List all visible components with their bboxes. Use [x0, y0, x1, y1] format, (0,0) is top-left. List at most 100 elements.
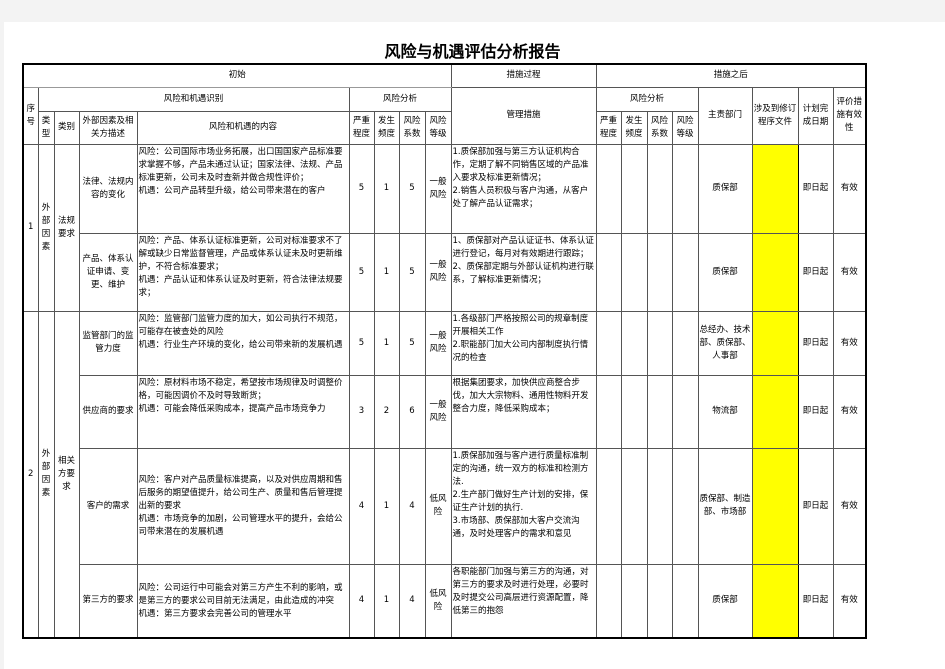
after-frequency-cell	[620, 232, 648, 312]
after-severity-cell	[595, 374, 622, 449]
header-severity: 严重程度	[348, 110, 375, 145]
after-coefficient-cell	[646, 143, 673, 234]
coefficient-cell: 4	[398, 447, 426, 565]
level-cell: 一般风险	[424, 310, 452, 376]
header-initial: 初始	[22, 63, 452, 88]
content-cell: 风险：原材料市场不稳定，希望按市场规律及时调整价格，可能因调价不及时导致断货； …	[136, 374, 350, 449]
docs-cell	[751, 447, 799, 565]
docs-cell	[751, 563, 799, 639]
report-title: 风险与机遇评估分析报告	[384, 42, 561, 61]
level-cell: 低风险	[424, 447, 452, 565]
header-level: 风险等级	[424, 110, 452, 145]
after-level-cell	[671, 310, 699, 376]
evaluation-cell: 有效	[832, 310, 867, 376]
header-type: 类型	[37, 110, 55, 145]
severity-cell: 5	[348, 232, 375, 312]
content-cell: 风险：客户对产品质量标准提高，以及对供应周期和售后服务的期望值提升，给公司生产、…	[136, 447, 350, 565]
dept-cell: 物流部	[697, 374, 753, 449]
plan-date-cell: 即日起	[797, 310, 834, 376]
header-after: 措施之后	[595, 63, 867, 88]
header-after-severity: 严重程度	[595, 110, 622, 145]
dept-cell: 质保部	[697, 143, 753, 234]
header-process: 措施过程	[450, 63, 597, 88]
severity-cell: 5	[348, 143, 375, 234]
measures-cell: 1.质保部加强与客户进行质量标准制定的沟通，统一双方的标准和检测方法. 2.生产…	[450, 447, 597, 565]
after-frequency-cell	[620, 374, 648, 449]
plan-date-cell: 即日起	[797, 447, 834, 565]
header-risk-analysis: 风险分析	[348, 86, 452, 112]
docs-cell	[751, 310, 799, 376]
table-row: 客户的需求 风险：客户对产品质量标准提高，以及对供应周期和售后服务的期望值提升，…	[23, 447, 867, 565]
frequency-cell: 1	[373, 310, 400, 376]
header-frequency: 发生频度	[373, 110, 400, 145]
header-docs: 涉及到修订程序文件	[751, 86, 799, 145]
plan-date-cell: 即日起	[797, 374, 834, 449]
after-level-cell	[671, 143, 699, 234]
table-row: 1 外部因素 法规要求 法律、法规内容的变化 风险：公司国际市场业务拓展，出口国…	[22, 143, 867, 312]
evaluation-cell: 有效	[832, 374, 867, 449]
header-coefficient: 风险系数	[398, 110, 426, 145]
dept-cell: 质保部	[697, 563, 753, 639]
content-cell: 风险：公司运行中可能会对第三方产生不利的影响，或是第三方的要求公司目前无法满足，…	[136, 563, 350, 639]
level-cell: 一般风险	[424, 232, 452, 312]
content-cell: 风险：监管部门监管力度的加大，如公司执行不规范，可能存在被查处的风险 机遇：行业…	[136, 310, 350, 376]
table-row: 供应商的要求 风险：原材料市场不稳定，希望按市场规律及时调整价格，可能因调价不及…	[23, 374, 867, 449]
content-cell: 风险：产品、体系认证标准更新，公司对标准要求不了解或缺少日常监督管理，产品或体系…	[136, 232, 350, 312]
header-category: 类别	[53, 110, 80, 145]
frequency-cell: 1	[373, 563, 400, 639]
severity-cell: 5	[348, 310, 375, 376]
risk-assessment-table: 初始 措施过程 措施之后 序号 风险和机遇识别 风险分析 管理措施 风险分析 主…	[22, 63, 867, 639]
after-level-cell	[671, 563, 699, 639]
evaluation-cell: 有效	[832, 143, 867, 234]
coefficient-cell: 6	[398, 374, 426, 449]
plan-date-cell: 即日起	[797, 232, 834, 312]
frequency-cell: 1	[373, 232, 400, 312]
severity-cell: 3	[348, 374, 375, 449]
after-level-cell	[671, 374, 699, 449]
evaluation-cell: 有效	[832, 232, 867, 312]
ext-desc-cell: 供应商的要求	[78, 374, 138, 449]
severity-cell: 4	[348, 447, 375, 565]
measures-cell: 根据集团要求，加快供应商整合步伐，加大大宗物料、通用性物料开发整合力度，降低采购…	[450, 374, 597, 449]
measures-cell: 1、质保部对产品认证证书、体系认证进行登记，每月对有效期进行跟踪； 2、质保部定…	[450, 232, 597, 312]
plan-date-cell: 即日起	[797, 143, 834, 234]
category-cell: 相关方要求	[53, 310, 80, 639]
category-cell: 法规要求	[53, 143, 80, 312]
header-after-frequency: 发生频度	[620, 110, 648, 145]
after-severity-cell	[595, 447, 622, 565]
frequency-cell: 1	[373, 447, 400, 565]
after-coefficient-cell	[646, 232, 673, 312]
table-row: 2 外部因素 相关方要求 监管部门的监管力度 风险：监管部门监管力度的加大，如公…	[22, 310, 867, 639]
level-cell: 一般风险	[424, 374, 452, 449]
after-severity-cell	[595, 310, 622, 376]
docs-cell	[751, 374, 799, 449]
after-coefficient-cell	[646, 374, 673, 449]
dept-cell: 质保部	[697, 232, 753, 312]
header-evaluation: 评价措施有效性	[832, 86, 867, 145]
header-after-coefficient: 风险系数	[646, 110, 673, 145]
measures-cell: 各职能部门加强与第三方的沟通，对第三方的要求及时进行处理，必要时及时提交公司高层…	[450, 563, 597, 639]
after-severity-cell	[595, 232, 622, 312]
content-cell: 风险：公司国际市场业务拓展，出口国国家产品标准要求掌握不够，产品未通过认证；国家…	[136, 143, 350, 234]
header-content: 风险和机遇的内容	[136, 110, 350, 145]
ext-desc-cell: 客户的需求	[78, 447, 138, 565]
ext-desc-cell: 法律、法规内容的变化	[78, 143, 138, 234]
ext-desc-cell: 监管部门的监管力度	[78, 310, 138, 376]
after-coefficient-cell	[646, 563, 673, 639]
coefficient-cell: 5	[398, 143, 426, 234]
after-coefficient-cell	[646, 310, 673, 376]
header-plan-date: 计划完成日期	[797, 86, 834, 145]
plan-date-cell: 即日起	[797, 563, 834, 639]
ext-desc-cell: 第三方的要求	[78, 563, 138, 639]
frequency-cell: 1	[373, 143, 400, 234]
docs-cell	[751, 232, 799, 312]
after-frequency-cell	[620, 310, 648, 376]
level-cell: 一般风险	[424, 143, 452, 234]
coefficient-cell: 5	[398, 232, 426, 312]
after-severity-cell	[595, 563, 622, 639]
header-identify: 风险和机遇识别	[37, 86, 350, 112]
table-row: 第三方的要求 风险：公司运行中可能会对第三方产生不利的影响，或是第三方的要求公司…	[23, 563, 867, 639]
dept-cell: 总经办、技术部、质保部、人事部	[697, 310, 753, 376]
header-dept: 主责部门	[697, 86, 753, 145]
after-level-cell	[671, 447, 699, 565]
